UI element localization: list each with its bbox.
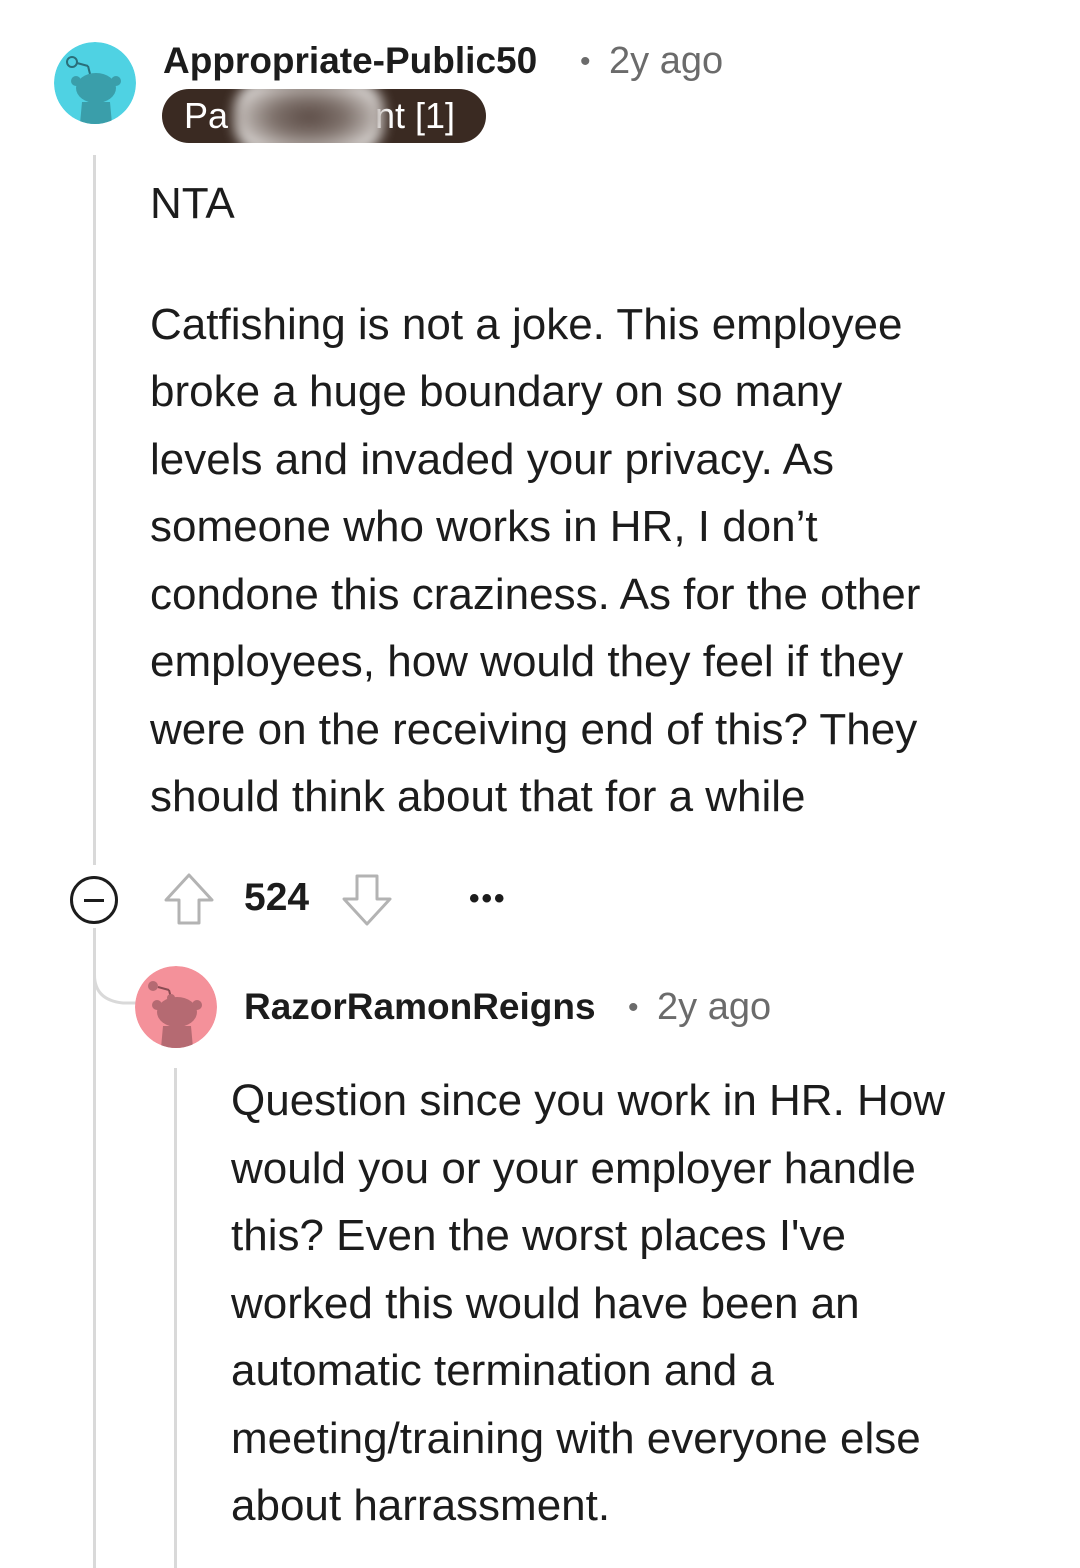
avatar[interactable] — [54, 42, 136, 124]
meta-separator: • — [580, 45, 591, 78]
thread-line-main[interactable] — [93, 155, 96, 865]
thread-line-reply[interactable] — [174, 1068, 177, 1568]
comment-username[interactable]: Appropriate-Public50 — [163, 40, 537, 82]
user-flair: Pa nt [1] — [162, 89, 486, 143]
comment-body: NTA Catfishing is not a joke. This emplo… — [150, 170, 920, 831]
comment-timestamp: 2y ago — [609, 40, 724, 82]
vote-score: 524 — [244, 876, 310, 919]
reply-timestamp: 2y ago — [657, 986, 772, 1028]
snoo-avatar-icon — [135, 966, 217, 1048]
thread-line-lower[interactable] — [93, 928, 96, 1568]
meta-separator: • — [628, 991, 639, 1024]
downvote-arrow-icon[interactable] — [341, 873, 393, 927]
collapse-button[interactable] — [70, 876, 118, 924]
avatar[interactable] — [135, 966, 217, 1048]
reply-username[interactable]: RazorRamonReigns — [244, 986, 596, 1028]
upvote-arrow-icon[interactable] — [163, 872, 215, 926]
flair-prefix: Pa — [184, 95, 229, 136]
comment-body-verdict: NTA — [150, 179, 235, 228]
comment-body-paragraph: Catfishing is not a joke. This employee … — [150, 299, 921, 822]
flair-suffix: nt [1] — [375, 95, 456, 136]
redaction-blur — [234, 89, 384, 143]
reply-body: Question since you work in HR. How would… — [231, 1076, 946, 1530]
more-options-button[interactable]: ••• — [469, 882, 507, 916]
snoo-avatar-icon — [54, 42, 136, 124]
